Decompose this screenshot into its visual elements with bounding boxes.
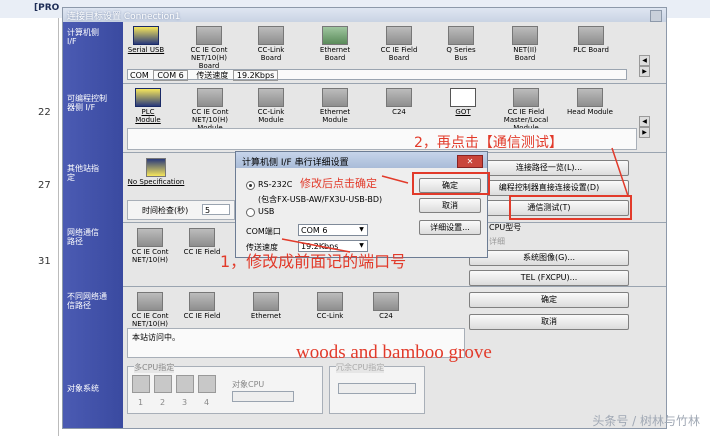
arrow-to-com-port — [281, 238, 351, 253]
annotation-arrows — [281, 147, 629, 253]
source-watermark: 头条号 / 树林与竹林 — [592, 414, 700, 428]
arrow-to-comm-test — [611, 147, 629, 197]
arrow-to-ok — [381, 175, 409, 184]
